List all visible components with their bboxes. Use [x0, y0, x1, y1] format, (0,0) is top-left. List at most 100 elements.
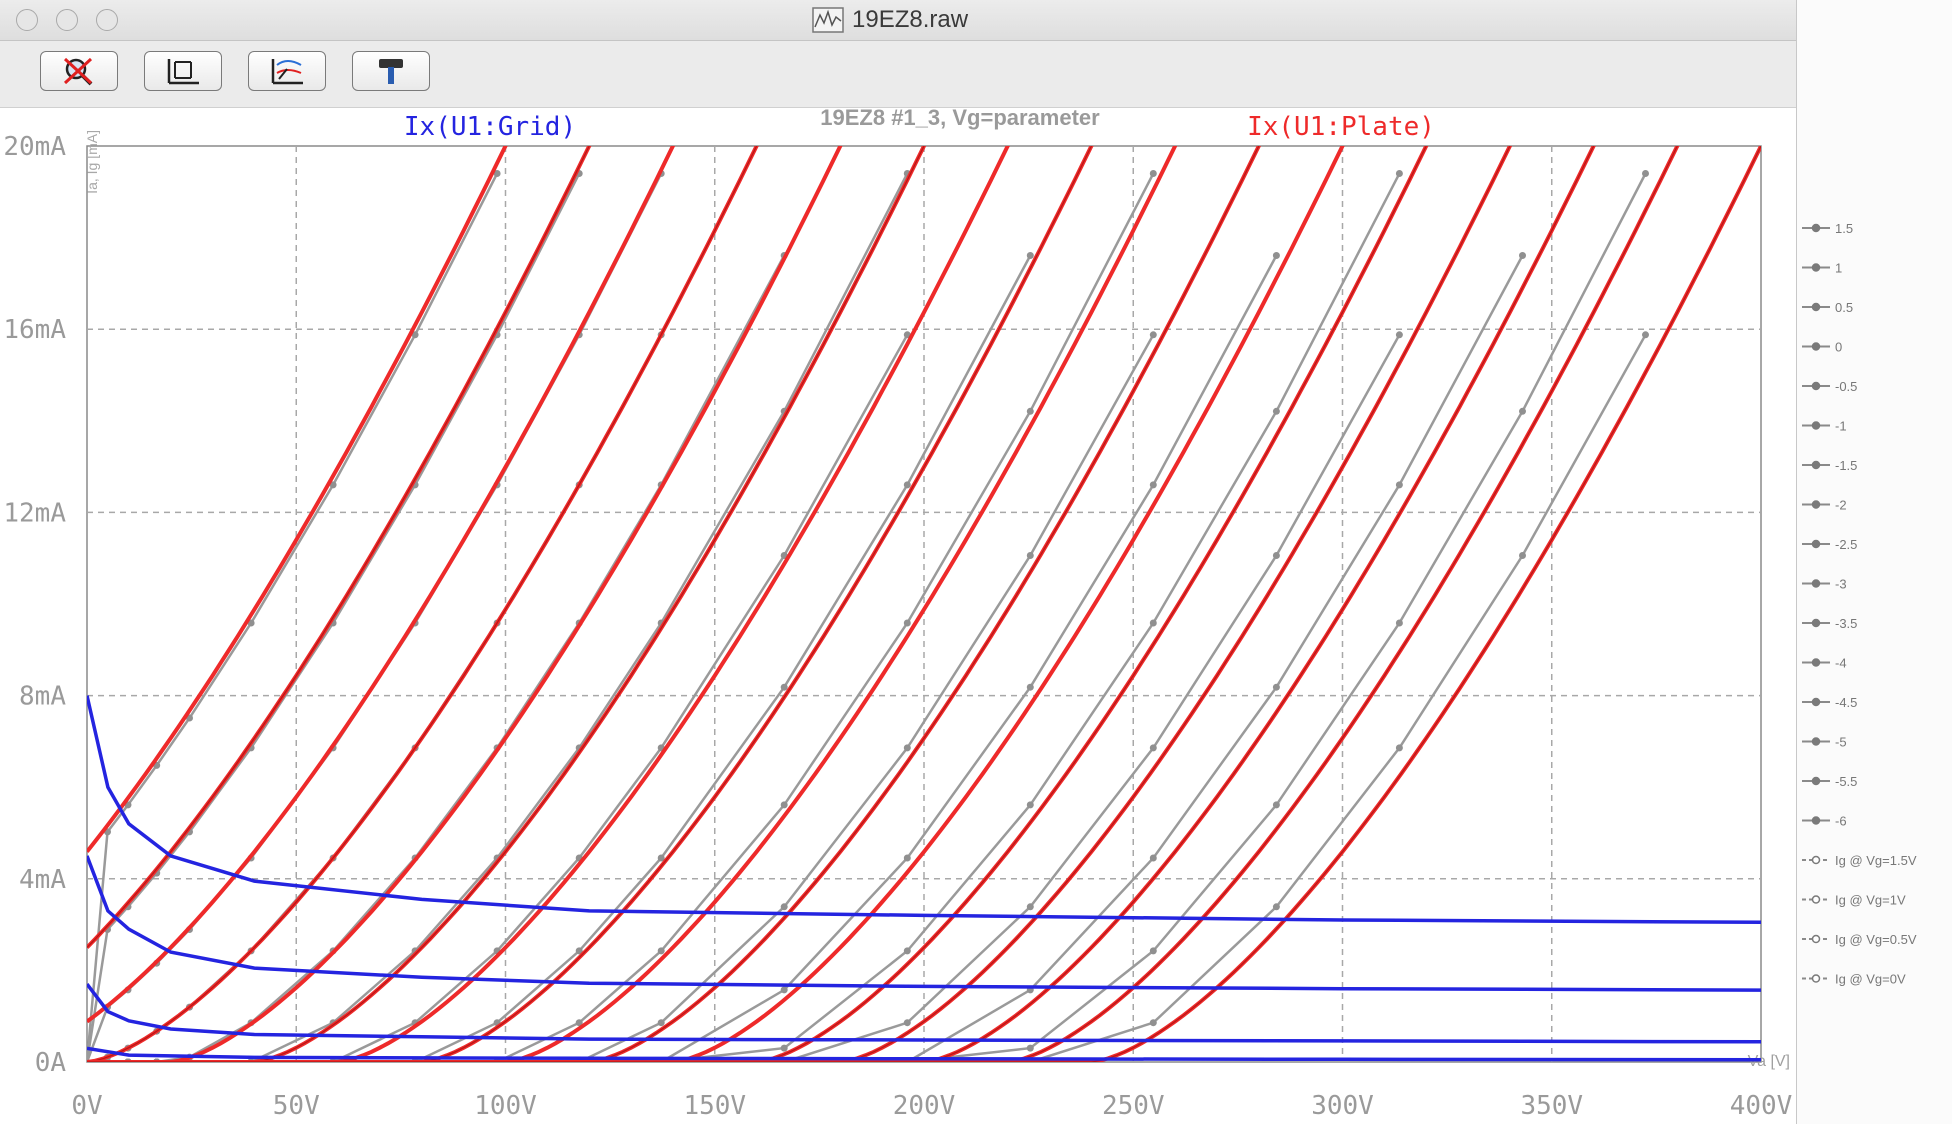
- legend-entry: 0.5: [1835, 300, 1853, 315]
- y-tick-label: 16mA: [3, 315, 66, 345]
- legend-entry: 0: [1835, 340, 1842, 355]
- plot-area[interactable]: 0V 50V 100V 150V 200V 250V 300V 350V 400V 0A 4mA 8m…: [0, 0, 1796, 1124]
- measured-point: [780, 1044, 788, 1052]
- plate-trace-label: Ix(U1:Plate): [1247, 112, 1435, 142]
- legend-entry: -5: [1835, 735, 1847, 750]
- measured-point: [780, 903, 788, 911]
- measured-point: [1272, 552, 1280, 559]
- x-tick-label: 300V: [1311, 1091, 1374, 1121]
- measured-point: [1642, 331, 1649, 339]
- legend-entry: 1: [1835, 261, 1842, 276]
- measured-point: [903, 619, 911, 627]
- legend-marker: [1811, 539, 1821, 549]
- legend: 1.5 1 0.5 0 -0.5 -1 -1.5 -2 -2.5 -3 -3.5 -4 -4.5 -5 -5…: [1802, 221, 1917, 987]
- legend-marker: [1811, 500, 1821, 509]
- measured-point: [1272, 903, 1280, 911]
- legend-entry: Ig @ Vg=0.5V: [1835, 932, 1917, 947]
- legend-entry: -4: [1835, 656, 1847, 671]
- grid-trace-label: Ix(U1:Grid): [404, 112, 576, 142]
- measured-point: [1272, 407, 1280, 415]
- measured-point: [1149, 331, 1157, 339]
- measured-point: [1395, 619, 1403, 627]
- y-tick-label: 8mA: [19, 682, 66, 712]
- x-tick-label: 50V: [273, 1091, 320, 1121]
- measured-point: [1642, 170, 1649, 177]
- legend-entry: -0.5: [1835, 379, 1857, 394]
- legend-marker: [1811, 421, 1821, 430]
- x-tick-label: 400V: [1730, 1091, 1793, 1121]
- measured-point: [1395, 331, 1403, 339]
- legend-marker: [1811, 895, 1821, 904]
- measured-point: [903, 744, 911, 752]
- x-tick-label: 200V: [893, 1091, 956, 1121]
- legend-marker: [1811, 579, 1821, 588]
- measured-point: [657, 1019, 665, 1027]
- legend-marker: [1811, 697, 1821, 707]
- x-tick-label: 350V: [1520, 1091, 1583, 1121]
- legend-entry: -4.5: [1835, 695, 1857, 710]
- measured-point: [903, 947, 911, 955]
- legend-marker: [1811, 381, 1821, 391]
- x-tick-label: 100V: [474, 1091, 537, 1121]
- measured-point: [1026, 683, 1034, 691]
- legend-marker: [1811, 658, 1821, 667]
- legend-entry: -6: [1835, 814, 1847, 829]
- legend-marker: [1811, 302, 1821, 312]
- x-tick-label: 250V: [1102, 1091, 1165, 1121]
- measured-point: [780, 986, 788, 994]
- y-axis-name: Ia, Ig [mA]: [84, 130, 100, 194]
- x-axis-name: Va [V]: [1748, 1053, 1790, 1070]
- legend-marker: [1811, 855, 1821, 865]
- y-tick-label: 0A: [35, 1048, 67, 1078]
- measured-point: [903, 481, 911, 489]
- measured-point: [1272, 252, 1280, 259]
- legend-entry: Ig @ Vg=1.5V: [1835, 853, 1917, 868]
- y-tick-label: 4mA: [19, 865, 66, 895]
- measured-point: [1519, 252, 1526, 259]
- measured-point: [1519, 552, 1526, 559]
- measured-point: [1272, 801, 1280, 809]
- measured-point: [1026, 801, 1034, 809]
- x-tick-label: 150V: [683, 1091, 746, 1121]
- legend-entry: -2: [1835, 498, 1847, 513]
- legend-marker: [1811, 263, 1821, 272]
- measured-point: [1149, 744, 1157, 752]
- legend-marker: [1811, 974, 1821, 983]
- measured-point: [1272, 683, 1280, 691]
- x-tick-label: 0V: [71, 1091, 102, 1121]
- measured-point: [1395, 170, 1403, 177]
- measured-point: [1149, 170, 1157, 177]
- legend-entry: -2.5: [1835, 537, 1857, 552]
- legend-entry: Ig @ Vg=1V: [1835, 893, 1906, 908]
- legend-entry: -5.5: [1835, 774, 1857, 789]
- legend-entry: Ig @ Vg=0V: [1835, 972, 1906, 987]
- legend-marker: [1811, 816, 1821, 825]
- legend-marker: [1811, 223, 1821, 233]
- measured-point: [1026, 903, 1034, 911]
- measured-point: [780, 801, 788, 809]
- y-tick-label: 20mA: [3, 132, 66, 162]
- legend-marker: [1811, 342, 1821, 351]
- legend-marker: [1811, 776, 1821, 786]
- legend-panel: 1.5 1 0.5 0 -0.5 -1 -1.5 -2 -2.5 -3 -3.5 -4 -4.5 -5 -5…: [1797, 0, 1952, 1124]
- legend-entry: -1.5: [1835, 458, 1857, 473]
- measured-point: [903, 854, 911, 862]
- plot-window: 19EZ8.raw 19EZ8 #1_3, Vg=parameter 0V 50…: [0, 0, 1797, 1124]
- measured-point: [1026, 552, 1034, 559]
- measured-point: [1395, 481, 1403, 489]
- legend-marker: [1811, 737, 1821, 746]
- legend-entry: 1.5: [1835, 221, 1853, 236]
- measured-point: [1149, 1019, 1157, 1027]
- legend-entry: -3.5: [1835, 616, 1857, 631]
- legend-marker: [1811, 934, 1821, 944]
- legend-entry: -1: [1835, 419, 1847, 434]
- legend-entry: -3: [1835, 577, 1847, 592]
- measured-point: [1026, 407, 1034, 415]
- measured-point: [780, 683, 788, 691]
- measured-point: [1149, 481, 1157, 489]
- legend-marker: [1811, 618, 1821, 628]
- legend-marker: [1811, 460, 1821, 470]
- measured-point: [1149, 619, 1157, 627]
- measured-point: [1149, 854, 1157, 862]
- measured-point: [657, 947, 665, 955]
